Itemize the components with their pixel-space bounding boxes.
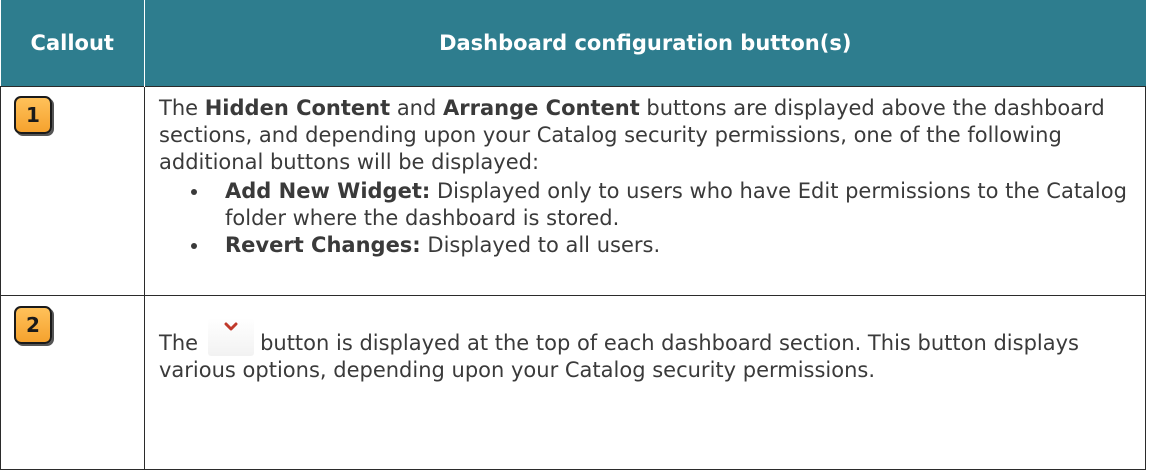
table-header-row: Callout Dashboard configuration button(s…: [0, 0, 1146, 87]
description-cell: The button is displayed at the top of eac…: [144, 295, 1146, 470]
callout-cell: 2: [0, 295, 145, 470]
header-callout: Callout: [0, 0, 145, 87]
list-item: Add New Widget: Displayed only to users …: [191, 178, 1131, 232]
header-config: Dashboard configuration button(s): [144, 0, 1146, 87]
callout-badge-2: 2: [14, 306, 52, 344]
intro-text: and: [390, 96, 443, 120]
row1-intro: The Hidden Content and Arrange Content b…: [159, 95, 1131, 176]
bullet-text: Displayed to all users.: [420, 233, 661, 257]
callout-badge-1: 1: [14, 96, 52, 134]
hidden-content-label: Hidden Content: [204, 96, 391, 120]
list-item: Revert Changes: Displayed to all users.: [191, 232, 1131, 259]
row2-post: button is displayed at the top of each d…: [159, 331, 1079, 382]
table-row: 1 The Hidden Content and Arrange Content…: [0, 86, 1146, 296]
row2-text: The button is displayed at the top of eac…: [159, 304, 1131, 384]
row2-pre: The: [159, 331, 199, 355]
callout-cell: 1: [0, 86, 145, 296]
description-cell: The Hidden Content and Arrange Content b…: [144, 86, 1146, 296]
intro-text: The: [159, 96, 205, 120]
table-row: 2 The button is displayed at the top of e…: [0, 295, 1146, 470]
chevron-down-icon: [224, 322, 238, 331]
bullet-icon: [191, 189, 197, 195]
callout-table: Callout Dashboard configuration button(s…: [0, 0, 1146, 470]
bullet-icon: [191, 243, 197, 249]
bullet-title: Add New Widget:: [225, 179, 431, 203]
bullet-list: Add New Widget: Displayed only to users …: [159, 178, 1131, 259]
bullet-title: Revert Changes:: [225, 233, 421, 257]
arrange-content-label: Arrange Content: [443, 96, 640, 120]
chevron-button-illustration: [208, 318, 255, 356]
